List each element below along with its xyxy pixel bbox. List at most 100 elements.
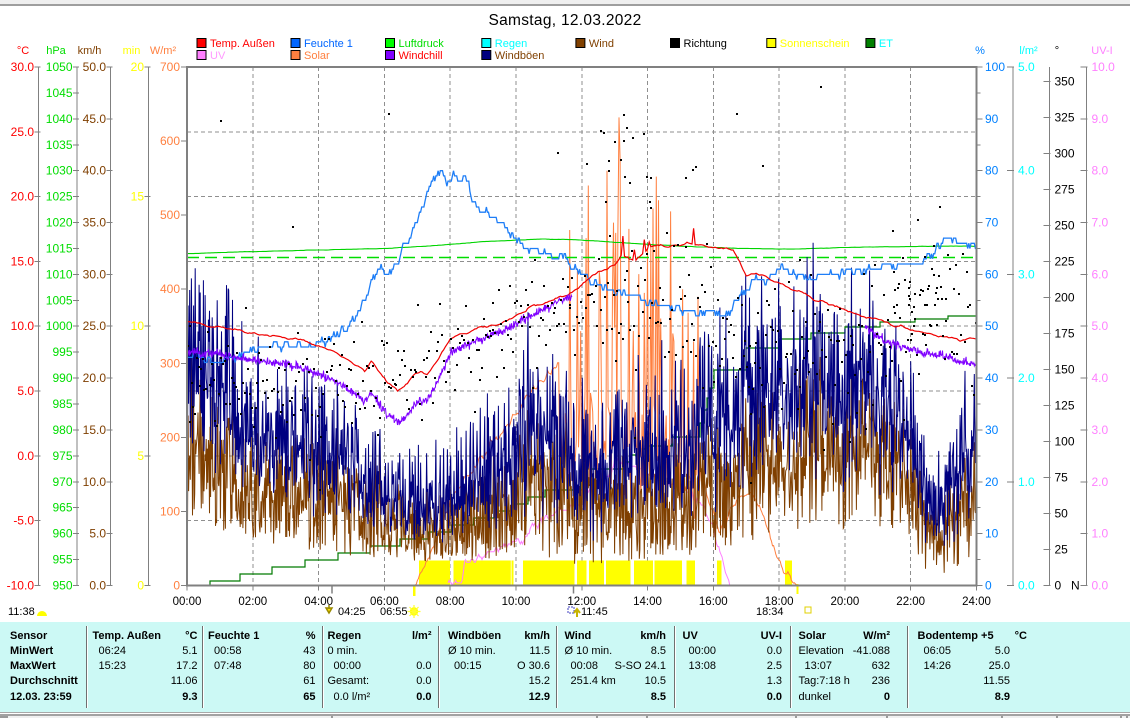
svg-text:1030: 1030 [46,164,73,178]
svg-text:9.0: 9.0 [1092,112,1109,126]
svg-text:7.0: 7.0 [1092,216,1109,230]
svg-text:950: 950 [52,579,72,593]
svg-text:30.0: 30.0 [11,60,35,74]
svg-text:Luftdruck: Luftdruck [399,38,445,50]
svg-text:25: 25 [1055,543,1069,557]
svg-text:20:00: 20:00 [831,596,860,608]
svg-text:150: 150 [1055,363,1075,377]
svg-text:-5.0: -5.0 [13,514,34,528]
svg-text:04:25: 04:25 [338,606,366,618]
svg-text:%: % [975,45,985,57]
svg-text:1045: 1045 [46,86,73,100]
svg-text:2.0: 2.0 [1092,475,1109,489]
svg-text:45.0: 45.0 [83,112,107,126]
svg-text:50: 50 [1055,507,1069,521]
svg-text:30.0: 30.0 [83,267,107,281]
svg-text:Wind: Wind [589,38,614,50]
svg-text:1000: 1000 [46,319,73,333]
svg-text:0.0: 0.0 [1018,579,1035,593]
svg-text:5.0: 5.0 [1092,319,1109,333]
svg-text:24:00: 24:00 [962,596,991,608]
svg-text:16:00: 16:00 [699,596,728,608]
svg-text:0: 0 [137,579,144,593]
svg-text:14:00: 14:00 [633,596,662,608]
svg-text:1010: 1010 [46,267,73,281]
svg-text:10:00: 10:00 [502,596,531,608]
svg-text:18:34: 18:34 [756,606,784,618]
svg-text:0.0: 0.0 [1092,579,1109,593]
svg-text:1.0: 1.0 [1018,475,1035,489]
svg-text:975: 975 [52,449,72,463]
svg-text:Solar: Solar [304,50,330,62]
svg-text:965: 965 [52,501,72,515]
svg-text:Feuchte 1: Feuchte 1 [304,38,353,50]
svg-text:200: 200 [1055,290,1075,304]
svg-text:600: 600 [160,134,180,148]
svg-text:400: 400 [160,282,180,296]
svg-text:0: 0 [173,579,180,593]
svg-text:Samstag, 12.03.2022: Samstag, 12.03.2022 [488,12,641,29]
svg-text:15: 15 [131,190,145,204]
svg-text:5.0: 5.0 [1018,60,1035,74]
svg-text:N: N [1071,579,1080,593]
svg-text:Regen: Regen [495,38,527,50]
svg-text:00:00: 00:00 [173,596,202,608]
svg-text:30: 30 [985,423,999,437]
svg-text:min: min [123,45,141,57]
svg-text:500: 500 [160,208,180,222]
svg-text:90: 90 [985,112,999,126]
svg-text:100: 100 [160,504,180,518]
svg-text:Windböen: Windböen [495,50,545,62]
svg-text:UV-I: UV-I [1091,45,1112,57]
svg-text:225: 225 [1055,254,1075,268]
svg-text:Windchill: Windchill [399,50,443,62]
svg-text:6.0: 6.0 [1092,267,1109,281]
svg-text:0.0: 0.0 [89,579,106,593]
svg-text:W/m²: W/m² [150,45,177,57]
svg-text:2.0: 2.0 [1018,371,1035,385]
svg-text:11:38: 11:38 [8,606,35,618]
svg-text:0.0: 0.0 [17,449,34,463]
svg-text:0: 0 [985,579,992,593]
svg-text:4.0: 4.0 [1018,164,1035,178]
svg-text:980: 980 [52,423,72,437]
svg-text:Sonnenschein: Sonnenschein [780,38,850,50]
svg-text:300: 300 [1055,146,1075,160]
svg-text:1050: 1050 [46,60,73,74]
svg-text:325: 325 [1055,110,1075,124]
svg-text:970: 970 [52,475,72,489]
svg-text:955: 955 [52,553,72,567]
svg-text:3.0: 3.0 [1092,423,1109,437]
svg-text:3.0: 3.0 [1018,267,1035,281]
svg-text:ET: ET [879,38,893,50]
svg-text:350: 350 [1055,74,1075,88]
svg-text:8.0: 8.0 [1092,164,1109,178]
svg-text:50: 50 [985,319,999,333]
svg-text:Richtung: Richtung [684,38,727,50]
svg-text:10: 10 [985,527,999,541]
svg-text:1.0: 1.0 [1092,527,1109,541]
svg-text:100: 100 [985,60,1005,74]
svg-text:°: ° [1055,45,1059,57]
svg-text:25.0: 25.0 [83,319,107,333]
svg-text:1020: 1020 [46,216,73,230]
svg-text:60: 60 [985,267,999,281]
svg-text:1040: 1040 [46,112,73,126]
svg-text:995: 995 [52,345,72,359]
svg-text:1035: 1035 [46,138,73,152]
svg-text:40.0: 40.0 [83,164,107,178]
svg-text:1005: 1005 [46,293,73,307]
svg-text:985: 985 [52,397,72,411]
svg-text:hPa: hPa [46,45,66,57]
svg-text:960: 960 [52,527,72,541]
svg-text:04:00: 04:00 [304,596,333,608]
svg-text:80: 80 [985,164,999,178]
svg-text:990: 990 [52,371,72,385]
svg-text:200: 200 [160,430,180,444]
svg-text:10.0: 10.0 [11,319,35,333]
svg-text:5: 5 [137,449,144,463]
svg-text:10.0: 10.0 [1092,60,1116,74]
svg-text:11:45: 11:45 [581,606,608,618]
svg-text:-10.0: -10.0 [7,579,35,593]
svg-text:10.0: 10.0 [83,475,107,489]
